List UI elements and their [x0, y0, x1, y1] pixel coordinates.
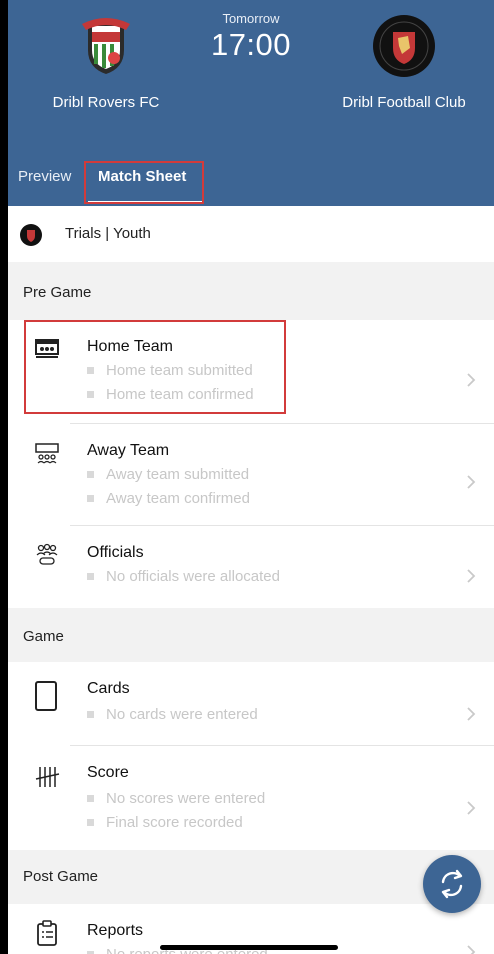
chevron-right-icon — [467, 945, 476, 954]
chevron-right-icon — [467, 569, 476, 583]
refresh-button[interactable] — [423, 855, 481, 913]
chevron-right-icon — [467, 707, 476, 721]
chevron-right-icon — [467, 475, 476, 489]
row-score-line-1: No scores were entered — [87, 790, 265, 807]
match-screen: Dribl Rovers FC Tomorrow 17:00 Dribl Foo… — [8, 0, 494, 954]
tab-preview[interactable]: Preview — [18, 168, 71, 185]
highlight-box-tab — [84, 161, 204, 204]
row-score-title: Score — [87, 764, 129, 781]
refresh-icon — [441, 869, 463, 899]
match-header: Dribl Rovers FC Tomorrow 17:00 Dribl Foo… — [8, 0, 494, 206]
row-score[interactable]: Score No scores were entered Final score… — [8, 746, 494, 850]
card-icon — [35, 681, 57, 711]
match-tabs: Preview Match Sheet — [8, 160, 494, 206]
away-team-crest-icon — [373, 15, 435, 77]
competition-bar: Trials | Youth — [8, 206, 494, 262]
home-team-crest-icon — [82, 18, 130, 74]
row-away-team[interactable]: Away Team Away team submitted Away team … — [8, 424, 494, 526]
row-officials-title: Officials — [87, 544, 144, 561]
row-reports-title: Reports — [87, 922, 144, 939]
row-away-team-line-2: Away team confirmed — [87, 490, 250, 507]
chevron-right-icon — [467, 801, 476, 815]
lineup-outline-icon — [35, 443, 59, 464]
officials-icon — [36, 543, 58, 565]
kickoff-info: Tomorrow 17:00 — [181, 11, 321, 63]
section-pre-game: Pre Game — [23, 284, 92, 301]
competition-crest-icon — [20, 224, 42, 246]
row-away-team-title: Away Team — [87, 442, 170, 459]
home-team-name: Dribl Rovers FC — [52, 94, 160, 111]
row-score-line-2: Final score recorded — [87, 814, 243, 831]
home-indicator[interactable] — [160, 945, 338, 950]
highlight-box-home-team — [24, 320, 286, 414]
away-team-name: Dribl Football Club — [342, 94, 466, 111]
section-game: Game — [23, 628, 64, 645]
kickoff-day: Tomorrow — [222, 11, 280, 26]
clipboard-icon — [37, 920, 57, 946]
tally-icon — [35, 767, 60, 787]
row-cards[interactable]: Cards No cards were entered — [8, 662, 494, 746]
row-cards-line-1: No cards were entered — [87, 706, 258, 723]
kickoff-time: 17:00 — [210, 27, 292, 62]
row-officials-line-1: No officials were allocated — [87, 568, 280, 585]
section-post-game: Post Game — [23, 868, 99, 885]
row-away-team-line-1: Away team submitted — [87, 466, 249, 483]
row-officials[interactable]: Officials No officials were allocated — [8, 526, 494, 608]
competition-label: Trials | Youth — [65, 225, 151, 242]
chevron-right-icon — [467, 373, 476, 387]
row-cards-title: Cards — [87, 680, 130, 697]
